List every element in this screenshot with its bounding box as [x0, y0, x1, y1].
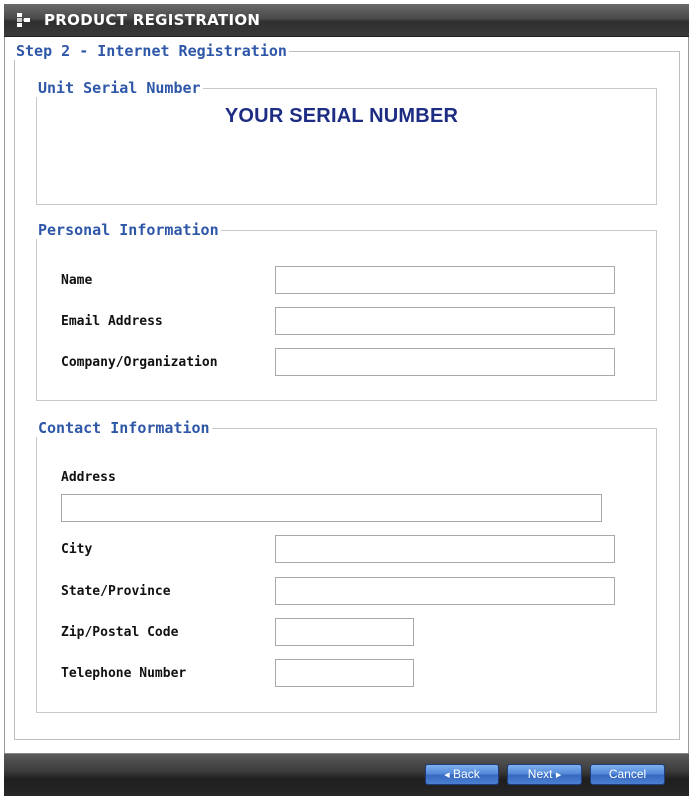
- city-field[interactable]: [275, 535, 615, 563]
- serial-number-group: Unit Serial Number: [36, 79, 657, 205]
- next-button-label: Next: [527, 767, 553, 781]
- state-label: State/Province: [61, 584, 171, 599]
- name-field[interactable]: [275, 266, 615, 294]
- next-button[interactable]: Next ▶: [507, 764, 582, 785]
- city-label: City: [61, 542, 93, 557]
- name-label: Name: [61, 273, 93, 288]
- left-triangle-icon: ◀: [444, 772, 450, 779]
- window-title: PRODUCT REGISTRATION: [44, 11, 261, 29]
- serial-number-value: YOUR SERIAL NUMBER: [224, 105, 459, 127]
- zip-label: Zip/Postal Code: [61, 625, 179, 640]
- personal-information-legend: Personal Information: [38, 221, 219, 239]
- phone-label: Telephone Number: [61, 666, 187, 681]
- registration-window: PRODUCT REGISTRATION Step 2 - Internet R…: [0, 0, 693, 800]
- address-label: Address: [61, 470, 116, 485]
- contact-information-legend: Contact Information: [38, 419, 210, 437]
- right-triangle-icon: ▶: [555, 772, 562, 779]
- title-bar: PRODUCT REGISTRATION: [4, 4, 689, 37]
- button-bar: ◀ Back Next ▶ Cancel: [4, 753, 689, 796]
- phone-field[interactable]: [275, 659, 414, 687]
- step-legend: Step 2 - Internet Registration: [16, 42, 287, 60]
- zip-field[interactable]: [275, 618, 414, 646]
- cancel-button-label: Cancel: [608, 767, 647, 781]
- window-icon: [17, 13, 30, 27]
- serial-number-legend: Unit Serial Number: [38, 79, 201, 97]
- address-field[interactable]: [61, 494, 602, 522]
- state-field[interactable]: [275, 577, 615, 605]
- email-label: Email Address: [61, 314, 163, 329]
- company-label: Company/Organization: [61, 355, 218, 370]
- email-field[interactable]: [275, 307, 615, 335]
- back-button-label: Back: [453, 767, 480, 781]
- cancel-button[interactable]: Cancel: [590, 764, 665, 785]
- company-field[interactable]: [275, 348, 615, 376]
- back-button[interactable]: ◀ Back: [425, 764, 499, 785]
